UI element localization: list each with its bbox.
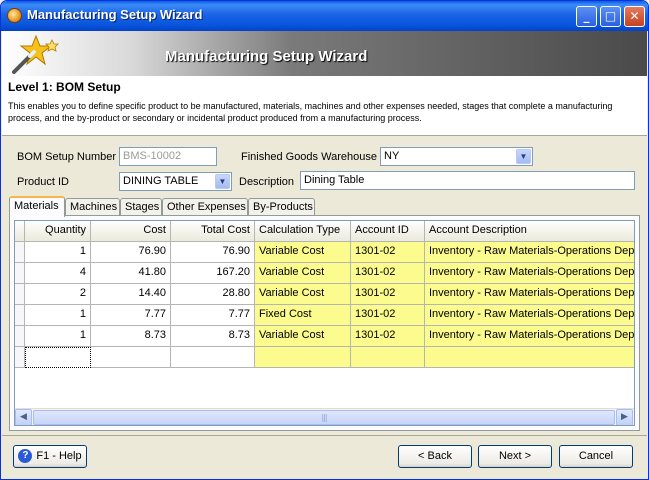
tab-other-expenses[interactable]: Other Expenses: [162, 198, 248, 216]
row-selector[interactable]: [15, 284, 25, 305]
calculation-type-cell[interactable]: Fixed Cost: [255, 305, 351, 326]
finished-goods-warehouse-select[interactable]: NY ▼: [380, 147, 533, 166]
close-button[interactable]: ✕: [624, 6, 645, 27]
tab-materials[interactable]: Materials: [9, 196, 65, 217]
total-cost-cell[interactable]: [171, 347, 255, 368]
account-id-cell[interactable]: [351, 347, 425, 368]
level-title: Level 1: BOM Setup: [8, 80, 121, 94]
next-button[interactable]: Next >: [478, 445, 552, 468]
tab-by-products[interactable]: By-Products: [248, 198, 315, 216]
scroll-thumb[interactable]: |||: [33, 410, 615, 425]
wizard-window: Manufacturing Setup Wizard _ □ ✕ Manufac…: [0, 0, 649, 480]
quantity-cell[interactable]: 2: [25, 284, 91, 305]
total-cost-cell[interactable]: 76.90: [171, 242, 255, 263]
quantity-cell[interactable]: 1: [25, 305, 91, 326]
account-description-cell[interactable]: Inventory - Raw Materials-Operations Dep…: [425, 242, 634, 263]
account-description-cell[interactable]: Inventory - Raw Materials-Operations Dep…: [425, 305, 634, 326]
help-button-label: F1 - Help: [36, 450, 82, 462]
column-header-account-id[interactable]: Account ID: [351, 221, 425, 242]
account-description-cell[interactable]: Inventory - Raw Materials-Operations Dep…: [425, 284, 634, 305]
quantity-cell[interactable]: [25, 347, 91, 368]
row-selector[interactable]: [15, 242, 25, 263]
footer-divider: [2, 435, 647, 436]
finished-goods-warehouse-value: NY: [384, 150, 400, 162]
product-id-label: Product ID: [17, 176, 69, 188]
back-button[interactable]: < Back: [398, 445, 472, 468]
description-label: Description: [239, 176, 295, 188]
app-icon: [7, 8, 22, 23]
total-cost-cell[interactable]: 7.77: [171, 305, 255, 326]
column-header-calculation-type[interactable]: Calculation Type: [255, 221, 351, 242]
column-header-total-cost[interactable]: Total Cost: [171, 221, 255, 242]
cost-cell[interactable]: 14.40: [91, 284, 171, 305]
row-selector[interactable]: [15, 347, 25, 368]
product-id-value: DINING TABLE: [123, 175, 199, 187]
quantity-cell[interactable]: 1: [25, 326, 91, 347]
finished-goods-warehouse-label: Finished Goods Warehouse: [241, 151, 377, 163]
minimize-button[interactable]: _: [576, 6, 597, 27]
chevron-down-icon[interactable]: ▼: [516, 149, 531, 164]
scroll-right-icon[interactable]: ▶: [616, 409, 633, 425]
cost-cell[interactable]: 8.73: [91, 326, 171, 347]
quantity-cell[interactable]: 1: [25, 242, 91, 263]
bom-setup-number-label: BOM Setup Number: [17, 151, 117, 163]
calculation-type-cell[interactable]: Variable Cost: [255, 263, 351, 284]
chevron-down-icon[interactable]: ▼: [215, 174, 230, 189]
level-description: This enables you to define specific prod…: [8, 101, 613, 123]
tab-stages[interactable]: Stages: [120, 198, 162, 216]
horizontal-scrollbar[interactable]: ◀ ||| ▶: [15, 408, 634, 425]
materials-tab-panel: Quantity Cost Total Cost Calculation Typ…: [9, 215, 640, 431]
quantity-cell[interactable]: 4: [25, 263, 91, 284]
bom-setup-number-field: BMS-10002: [119, 147, 217, 166]
account-id-cell[interactable]: 1301-02: [351, 242, 425, 263]
materials-grid[interactable]: Quantity Cost Total Cost Calculation Typ…: [14, 220, 635, 426]
account-description-cell[interactable]: Inventory - Raw Materials-Operations Dep…: [425, 263, 634, 284]
row-selector[interactable]: [15, 263, 25, 284]
account-id-cell[interactable]: 1301-02: [351, 263, 425, 284]
column-header-cost[interactable]: Cost: [91, 221, 171, 242]
account-id-cell[interactable]: 1301-02: [351, 284, 425, 305]
help-icon: ?: [18, 449, 33, 464]
tab-machines[interactable]: Machines: [65, 198, 120, 216]
total-cost-cell[interactable]: 28.80: [171, 284, 255, 305]
column-header-account-description[interactable]: Account Description: [425, 221, 634, 242]
row-selector[interactable]: [15, 305, 25, 326]
cost-cell[interactable]: 76.90: [91, 242, 171, 263]
row-selector[interactable]: [15, 326, 25, 347]
calculation-type-cell[interactable]: [255, 347, 351, 368]
calculation-type-cell[interactable]: Variable Cost: [255, 326, 351, 347]
cost-cell[interactable]: 41.80: [91, 263, 171, 284]
wizard-banner: Manufacturing Setup Wizard: [2, 31, 647, 76]
cost-cell[interactable]: [91, 347, 171, 368]
header-panel: Level 1: BOM Setup This enables you to d…: [2, 76, 647, 136]
account-description-cell[interactable]: [425, 347, 634, 368]
total-cost-cell[interactable]: 167.20: [171, 263, 255, 284]
total-cost-cell[interactable]: 8.73: [171, 326, 255, 347]
title-bar[interactable]: Manufacturing Setup Wizard _ □ ✕: [1, 1, 648, 31]
account-description-cell[interactable]: Inventory - Raw Materials-Operations Dep…: [425, 326, 634, 347]
calculation-type-cell[interactable]: Variable Cost: [255, 284, 351, 305]
banner-title: Manufacturing Setup Wizard: [165, 48, 368, 65]
help-button[interactable]: ? F1 - Help: [13, 445, 87, 468]
account-id-cell[interactable]: 1301-02: [351, 326, 425, 347]
scroll-left-icon[interactable]: ◀: [15, 409, 32, 425]
cost-cell[interactable]: 7.77: [91, 305, 171, 326]
product-id-select[interactable]: DINING TABLE ▼: [119, 172, 232, 191]
row-selector-header: [15, 221, 25, 242]
column-header-quantity[interactable]: Quantity: [25, 221, 91, 242]
account-id-cell[interactable]: 1301-02: [351, 305, 425, 326]
calculation-type-cell[interactable]: Variable Cost: [255, 242, 351, 263]
window-title: Manufacturing Setup Wizard: [27, 7, 203, 22]
cancel-button[interactable]: Cancel: [559, 445, 633, 468]
magic-wand-icon: [12, 34, 59, 74]
description-field[interactable]: Dining Table: [300, 171, 635, 190]
maximize-button[interactable]: □: [600, 6, 621, 27]
